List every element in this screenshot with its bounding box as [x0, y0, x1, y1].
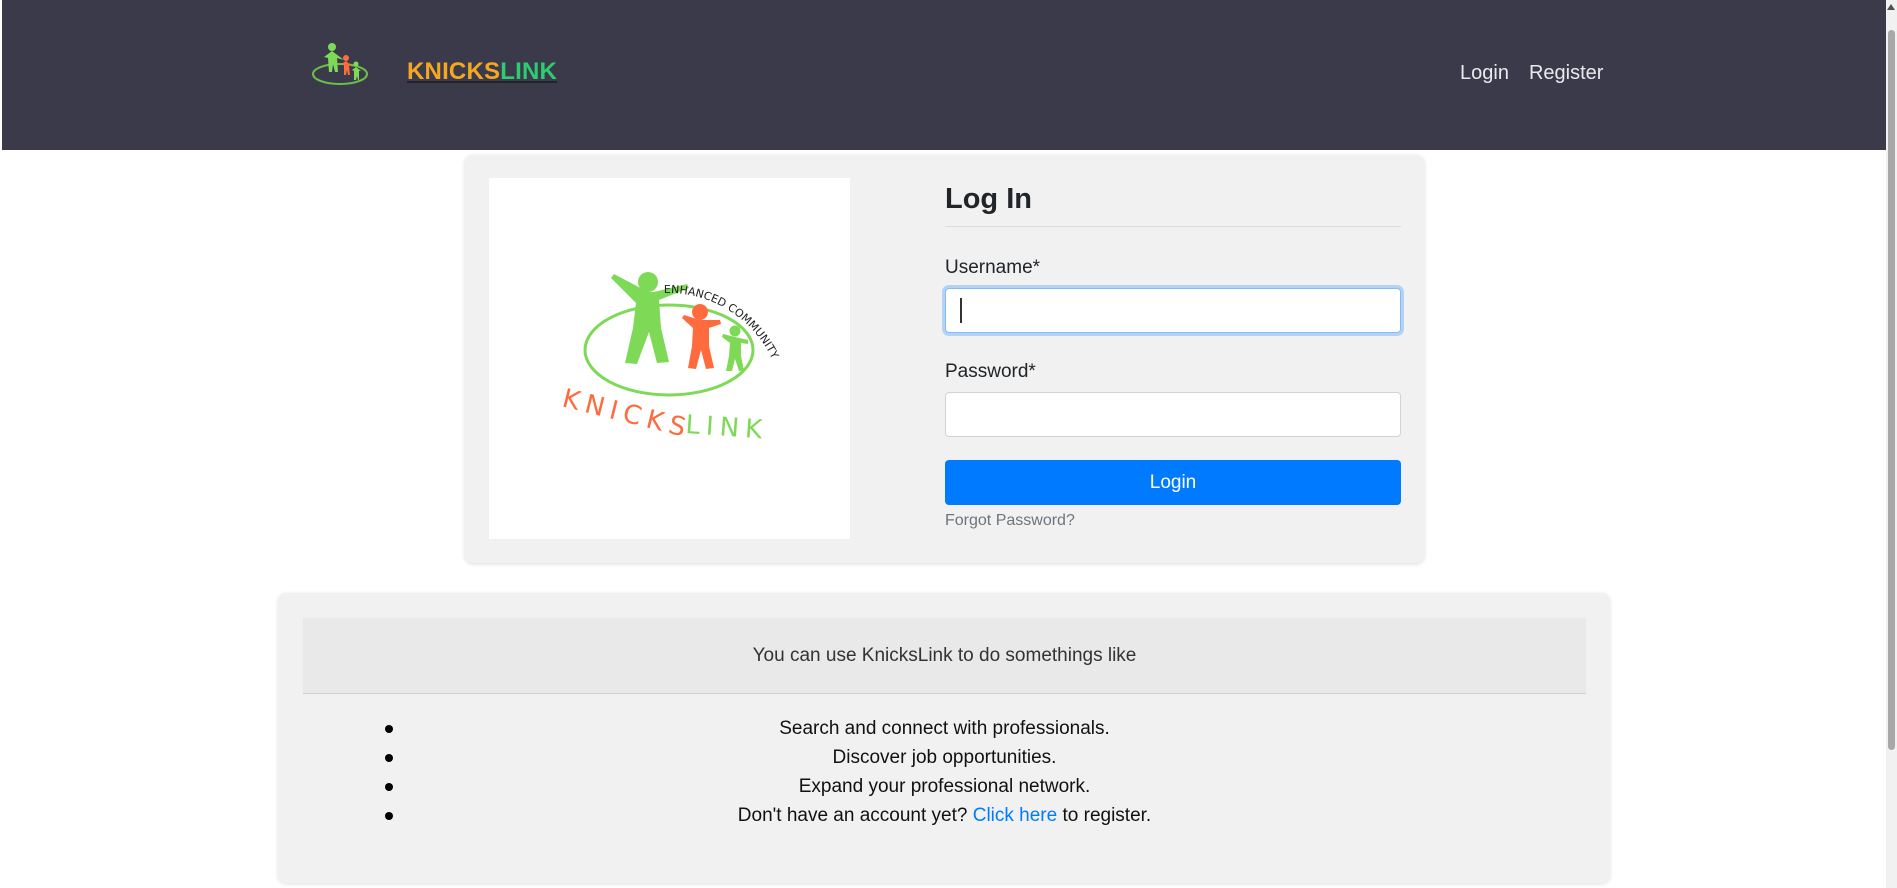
- knickslink-logo-image: ENHANCED COMMUNITY KNICKS LINK: [489, 178, 850, 539]
- password-input[interactable]: [945, 392, 1401, 437]
- list-item-register: Don't have an account yet? Click here to…: [303, 801, 1586, 830]
- login-title: Log In: [945, 183, 1401, 227]
- list-item: Search and connect with professionals.: [303, 714, 1586, 743]
- nav-register-link[interactable]: Register: [1529, 62, 1603, 85]
- password-label: Password*: [945, 361, 1036, 382]
- list-item: Expand your professional network.: [303, 772, 1586, 801]
- register-click-here-link[interactable]: Click here: [973, 805, 1057, 826]
- username-label: Username*: [945, 257, 1041, 278]
- logo-word-link: LINK: [685, 410, 770, 446]
- register-suffix: to register.: [1057, 805, 1152, 826]
- features-list: Search and connect with professionals. D…: [303, 714, 1586, 830]
- features-header: You can use KnicksLink to do somethings …: [303, 618, 1586, 694]
- page: KNICKSLINK Login Register ENHANCED COMMU…: [0, 0, 1897, 888]
- brand-name-part2: LINK: [500, 58, 558, 85]
- username-input[interactable]: [945, 288, 1401, 333]
- brand-name[interactable]: KNICKSLINK: [407, 58, 557, 86]
- scroll-up-arrow-icon[interactable]: [1887, 4, 1895, 10]
- login-form: Log In Username* Password* Login Forgot …: [945, 183, 1401, 530]
- nav-links: Login Register: [1460, 62, 1603, 85]
- login-card: ENHANCED COMMUNITY KNICKS LINK Log In Us…: [465, 155, 1424, 563]
- nav-login-link[interactable]: Login: [1460, 62, 1509, 85]
- brand-logo-icon[interactable]: [310, 40, 370, 92]
- list-item: Discover job opportunities.: [303, 743, 1586, 772]
- brand-name-part1: KNICKS: [407, 58, 501, 85]
- features-card: You can use KnicksLink to do somethings …: [278, 593, 1610, 883]
- logo-arc-text: ENHANCED COMMUNITY: [664, 283, 781, 361]
- username-input-wrapper: [945, 288, 1401, 333]
- top-navbar: KNICKSLINK Login Register: [2, 0, 1886, 150]
- page-scrollbar[interactable]: [1886, 0, 1897, 888]
- forgot-password-link[interactable]: Forgot Password?: [945, 512, 1401, 530]
- login-submit-button[interactable]: Login: [945, 460, 1401, 505]
- text-caret: [960, 298, 962, 323]
- scrollbar-thumb[interactable]: [1888, 30, 1895, 750]
- knickslink-logo-icon: ENHANCED COMMUNITY KNICKS LINK: [559, 272, 781, 446]
- logo-word-knicks: KNICKS: [559, 384, 694, 445]
- register-prefix: Don't have an account yet?: [737, 805, 973, 826]
